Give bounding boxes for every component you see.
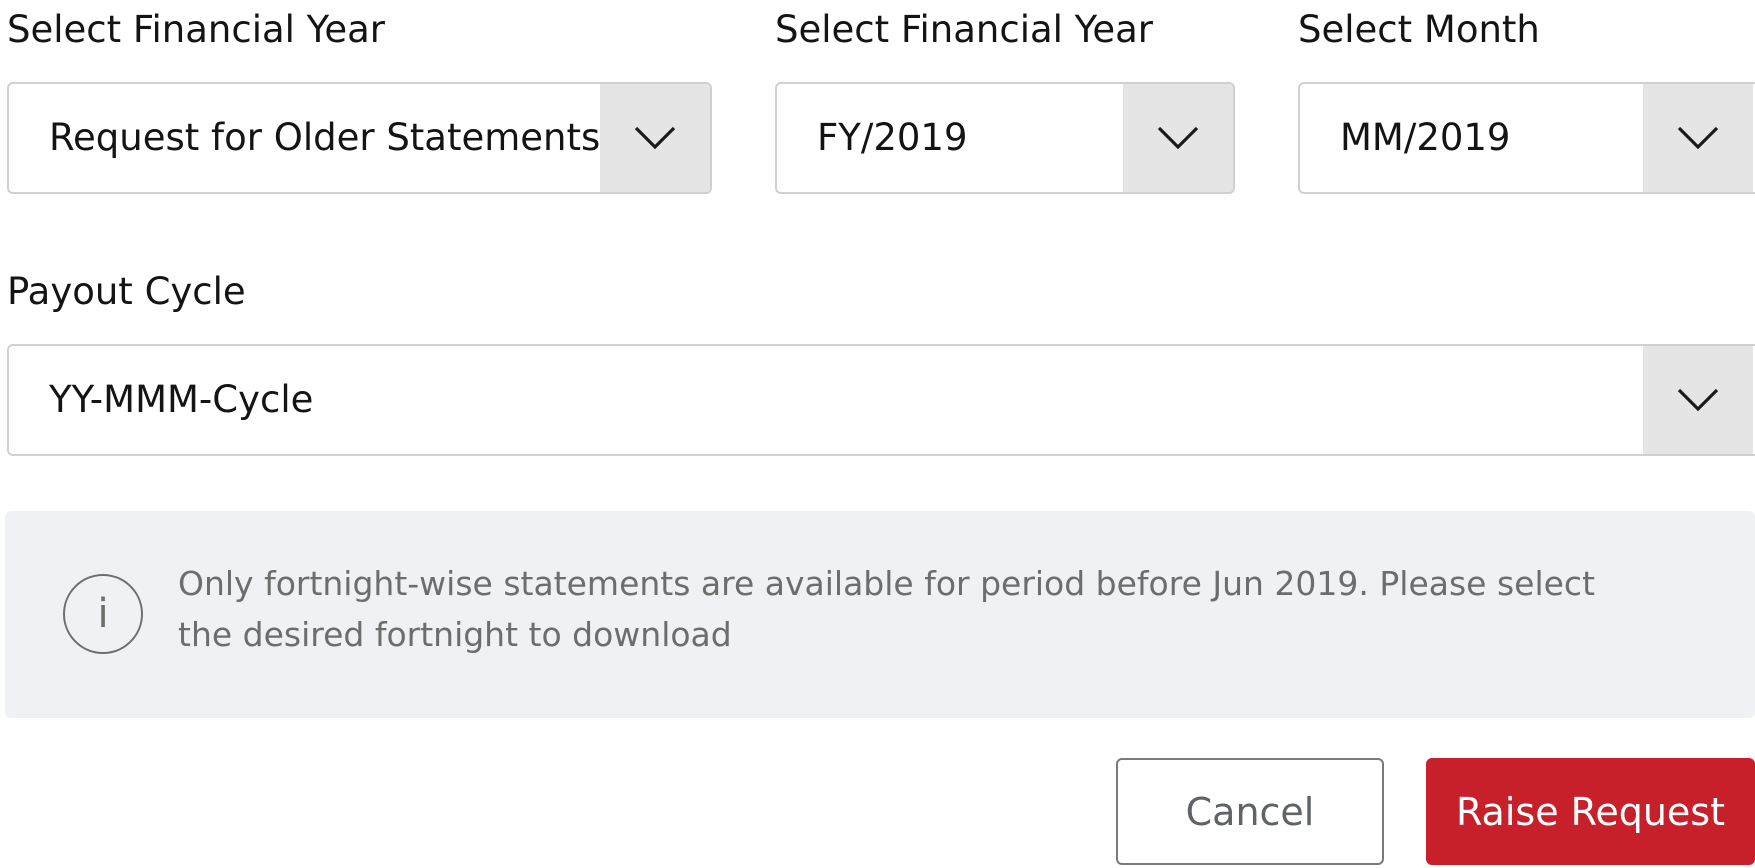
info-icon: i xyxy=(63,574,143,654)
month-value: MM/2019 xyxy=(1340,116,1511,159)
month-label: Select Month xyxy=(1298,8,1540,51)
statement-type-label: Select Financial Year xyxy=(7,8,386,51)
financial-year-value: FY/2019 xyxy=(817,116,968,159)
raise-request-button[interactable]: Raise Request xyxy=(1426,758,1755,865)
statement-type-select[interactable]: Request for Older Statements xyxy=(7,82,712,194)
payout-cycle-select[interactable]: YY-MMM-Cycle xyxy=(7,344,1755,456)
payout-cycle-value: YY-MMM-Cycle xyxy=(49,378,314,421)
cancel-button[interactable]: Cancel xyxy=(1116,758,1384,865)
chevron-down-icon[interactable] xyxy=(1643,346,1753,454)
chevron-down-icon[interactable] xyxy=(1123,84,1233,192)
chevron-down-icon[interactable] xyxy=(1643,84,1753,192)
info-message: Only fortnight-wise statements are avail… xyxy=(178,564,1596,654)
financial-year-select[interactable]: FY/2019 xyxy=(775,82,1235,194)
chevron-down-icon[interactable] xyxy=(600,84,710,192)
payout-cycle-label: Payout Cycle xyxy=(7,270,246,313)
financial-year-label: Select Financial Year xyxy=(775,8,1154,51)
info-notice: i Only fortnight-wise statements are ava… xyxy=(5,511,1755,718)
statement-type-value: Request for Older Statements xyxy=(49,116,601,159)
month-select[interactable]: MM/2019 xyxy=(1298,82,1755,194)
